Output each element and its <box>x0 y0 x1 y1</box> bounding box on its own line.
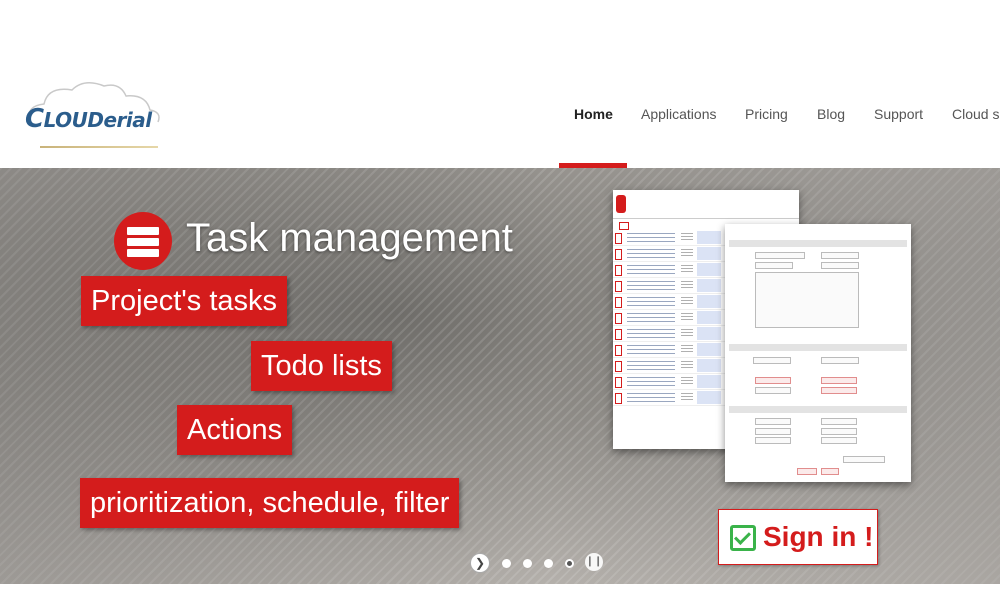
mini-logo-icon <box>616 195 626 213</box>
page-bottom <box>0 584 1000 602</box>
slider-controls: ❯ ❙❙ <box>470 553 604 573</box>
slider-dot-1[interactable] <box>502 559 511 568</box>
form-field <box>821 437 857 444</box>
form-field <box>755 387 791 394</box>
form-field <box>821 262 859 269</box>
nav-cloud-services[interactable]: Cloud se <box>952 106 1000 122</box>
nav-support[interactable]: Support <box>874 106 923 122</box>
main-nav: Home Applications Pricing Blog Support C… <box>0 0 1000 168</box>
hero-slider: Task management Project's tasks Todo lis… <box>0 168 1000 584</box>
form-field <box>755 428 791 435</box>
form-field <box>821 418 857 425</box>
slider-dot-2[interactable] <box>523 559 532 568</box>
form-field <box>755 377 791 384</box>
slider-next-button[interactable]: ❯ <box>470 553 490 573</box>
form-textarea <box>755 272 859 328</box>
form-field <box>755 418 791 425</box>
tag-prioritization: prioritization, schedule, filter <box>80 478 460 528</box>
slider-dot-4[interactable] <box>565 559 574 568</box>
site-header: CLOUDerial Home Applications Pricing Blo… <box>0 0 1000 168</box>
tag-todo-lists: Todo lists <box>251 341 392 391</box>
form-section <box>729 240 907 247</box>
check-icon <box>730 525 756 551</box>
form-field <box>821 387 857 394</box>
form-field <box>755 437 791 444</box>
form-field <box>821 252 859 259</box>
form-field <box>755 262 793 269</box>
pause-icon: ❙❙ <box>585 556 603 567</box>
sign-in-label: Sign in ! <box>763 521 874 552</box>
hero-title: Task management <box>186 216 513 260</box>
task-list-icon <box>114 212 172 270</box>
chevron-right-icon: ❯ <box>474 556 486 570</box>
form-field <box>843 456 885 463</box>
form-section <box>729 344 907 351</box>
form-section <box>729 406 907 413</box>
form-field <box>821 428 857 435</box>
tag-projects-tasks: Project's tasks <box>81 276 288 326</box>
form-field <box>821 357 859 364</box>
mini-cancel-button <box>821 468 839 475</box>
slider-pause-button[interactable]: ❙❙ <box>585 553 603 571</box>
nav-blog[interactable]: Blog <box>817 106 845 122</box>
tag-actions: Actions <box>177 405 293 455</box>
app-screenshot-task-form <box>725 224 911 482</box>
mini-tab <box>619 222 629 230</box>
nav-applications[interactable]: Applications <box>641 106 717 122</box>
mini-save-button <box>797 468 817 475</box>
divider <box>613 218 799 219</box>
nav-home[interactable]: Home <box>574 106 613 122</box>
form-field <box>753 357 791 364</box>
form-field <box>821 377 857 384</box>
sign-in-button[interactable]: Sign in ! <box>718 509 878 565</box>
slider-dot-3[interactable] <box>544 559 553 568</box>
nav-pricing[interactable]: Pricing <box>745 106 788 122</box>
form-field <box>755 252 805 259</box>
